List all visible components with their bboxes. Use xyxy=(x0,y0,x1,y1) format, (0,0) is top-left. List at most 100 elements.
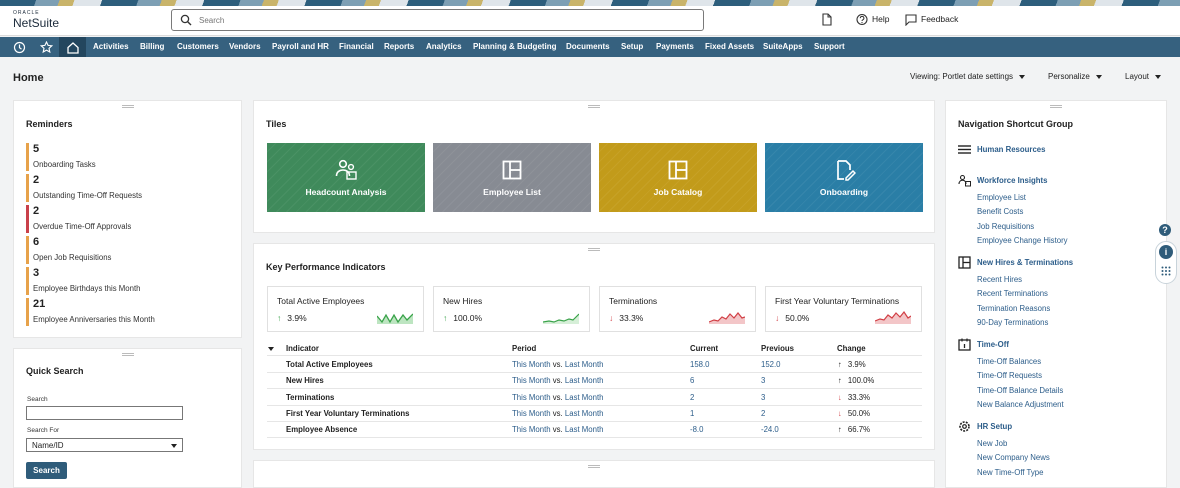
nav-planning-budgeting[interactable]: Planning & Budgeting xyxy=(473,37,557,57)
drag-handle[interactable] xyxy=(588,248,600,251)
nav-analytics[interactable]: Analytics xyxy=(426,37,462,57)
shortcut-link[interactable]: New Balance Adjustment xyxy=(977,400,1064,409)
row-period[interactable]: This Month vs. Last Month xyxy=(512,393,603,402)
shortcut-link[interactable]: New Company News xyxy=(977,453,1050,462)
reminder-item[interactable]: 5 Onboarding Tasks xyxy=(26,143,226,171)
search-input[interactable] xyxy=(199,13,689,27)
shortcut-link[interactable]: New Job xyxy=(977,439,1007,448)
kpi-card[interactable]: Terminations ↓ 33.3% xyxy=(599,286,756,332)
row-previous[interactable]: 3 xyxy=(761,376,765,385)
shortcut-heading[interactable]: Human Resources xyxy=(977,145,1045,154)
nav-setup[interactable]: Setup xyxy=(621,37,643,57)
row-current[interactable]: 158.0 xyxy=(690,360,710,369)
drag-handle[interactable] xyxy=(1050,105,1062,108)
shortcut-link[interactable]: Time-Off Balances xyxy=(977,357,1041,366)
nav-fixed-assets[interactable]: Fixed Assets xyxy=(705,37,754,57)
kpi-card[interactable]: First Year Voluntary Terminations ↓ 50.0% xyxy=(765,286,922,332)
tile-job-catalog[interactable]: Job Catalog xyxy=(599,143,757,212)
column-header-period[interactable]: Period xyxy=(512,344,536,353)
nav-documents[interactable]: Documents xyxy=(566,37,610,57)
shortcut-heading[interactable]: New Hires & Terminations xyxy=(977,258,1073,267)
assistant-widget[interactable]: i xyxy=(1155,241,1177,284)
nav-reports[interactable]: Reports xyxy=(384,37,414,57)
row-period[interactable]: This Month vs. Last Month xyxy=(512,376,603,385)
nav-billing[interactable]: Billing xyxy=(140,37,164,57)
column-header-change[interactable]: Change xyxy=(837,344,866,353)
nav-suiteapps[interactable]: SuiteApps xyxy=(763,37,803,57)
row-current[interactable]: 6 xyxy=(690,376,694,385)
drag-handle[interactable] xyxy=(588,465,600,468)
layout-dropdown[interactable]: Layout xyxy=(1125,72,1162,81)
nav-vendors[interactable]: Vendors xyxy=(229,37,261,57)
logo-netsuite: NetSuite xyxy=(13,16,60,30)
kpi-card[interactable]: Total Active Employees ↑ 3.9% xyxy=(267,286,424,332)
help-bubble-icon[interactable]: ? xyxy=(1159,224,1171,236)
nav-support[interactable]: Support xyxy=(814,37,845,57)
row-period[interactable]: This Month vs. Last Month xyxy=(512,360,603,369)
drag-handle[interactable] xyxy=(588,105,600,108)
row-previous[interactable]: -24.0 xyxy=(761,425,779,434)
row-period[interactable]: This Month vs. Last Month xyxy=(512,425,603,434)
home-icon[interactable] xyxy=(59,37,86,57)
viewing-dropdown[interactable]: Viewing: Portlet date settings xyxy=(910,72,1026,81)
drag-handle[interactable] xyxy=(121,353,134,356)
tile-onboarding[interactable]: Onboarding xyxy=(765,143,923,212)
reminder-count: 2 xyxy=(33,174,40,186)
kpi-card[interactable]: New Hires ↑ 100.0% xyxy=(433,286,590,332)
quick-search-button[interactable]: Search xyxy=(26,462,67,479)
feedback-button[interactable]: Feedback xyxy=(921,13,958,27)
nav-financial[interactable]: Financial xyxy=(339,37,374,57)
row-current[interactable]: 1 xyxy=(690,409,694,418)
row-current[interactable]: -8.0 xyxy=(690,425,703,434)
shortcut-link[interactable]: Employee Change History xyxy=(977,236,1068,245)
shortcut-heading[interactable]: HR Setup xyxy=(977,422,1012,431)
reminder-item[interactable]: 2 Overdue Time-Off Approvals xyxy=(26,205,226,233)
shortcut-heading[interactable]: Workforce Insights xyxy=(977,176,1047,185)
shortcut-link[interactable]: Benefit Costs xyxy=(977,207,1023,216)
row-previous[interactable]: 152.0 xyxy=(761,360,781,369)
apps-grid-icon[interactable] xyxy=(1161,266,1171,276)
search-for-select[interactable]: Name/ID xyxy=(26,438,183,452)
help-button[interactable]: Help xyxy=(872,13,889,27)
row-current[interactable]: 2 xyxy=(690,393,694,402)
shortcut-link[interactable]: 90-Day Terminations xyxy=(977,318,1048,327)
shortcut-link[interactable]: Time-Off Balance Details xyxy=(977,386,1063,395)
row-period[interactable]: This Month vs. Last Month xyxy=(512,409,603,418)
recent-history-icon[interactable] xyxy=(7,37,31,57)
shortcut-link[interactable]: Employee List xyxy=(977,193,1026,202)
drag-handle[interactable] xyxy=(121,105,134,108)
netsuite-logo[interactable]: ORACLE NetSuite xyxy=(13,11,60,30)
personalize-dropdown[interactable]: Personalize xyxy=(1048,72,1102,81)
shortcut-link[interactable]: New Time-Off Type xyxy=(977,468,1043,477)
row-divider xyxy=(267,437,922,438)
shortcut-link[interactable]: Termination Reasons xyxy=(977,304,1050,313)
reminder-item[interactable]: 3 Employee Birthdays this Month xyxy=(26,267,226,295)
collapse-toggle-icon[interactable] xyxy=(268,347,274,351)
quick-search-input[interactable] xyxy=(26,406,183,420)
reminder-item[interactable]: 6 Open Job Requisitions xyxy=(26,236,226,264)
shortcut-heading[interactable]: Time-Off xyxy=(977,340,1009,349)
tile-employee-list[interactable]: Employee List xyxy=(433,143,591,212)
personalize-label: Personalize xyxy=(1048,72,1090,81)
people-icon xyxy=(335,159,357,180)
nav-payments[interactable]: Payments xyxy=(656,37,694,57)
shortcut-link[interactable]: Recent Terminations xyxy=(977,289,1048,298)
nav-payroll-hr[interactable]: Payroll and HR xyxy=(272,37,329,57)
nav-customers[interactable]: Customers xyxy=(177,37,219,57)
row-previous[interactable]: 2 xyxy=(761,409,765,418)
column-header-previous[interactable]: Previous xyxy=(761,344,794,353)
info-icon[interactable]: i xyxy=(1159,245,1173,259)
shortcut-link[interactable]: Time-Off Requests xyxy=(977,371,1042,380)
document-icon[interactable] xyxy=(821,13,833,26)
row-previous[interactable]: 3 xyxy=(761,393,765,402)
column-header-indicator[interactable]: Indicator xyxy=(286,344,319,353)
shortcut-link[interactable]: Job Requisitions xyxy=(977,222,1034,231)
nav-activities[interactable]: Activities xyxy=(93,37,129,57)
column-header-current[interactable]: Current xyxy=(690,344,718,353)
shortcut-link[interactable]: Recent Hires xyxy=(977,275,1022,284)
reminder-item[interactable]: 21 Employee Anniversaries this Month xyxy=(26,298,226,326)
reminder-item[interactable]: 2 Outstanding Time-Off Requests xyxy=(26,174,226,202)
edit-document-icon xyxy=(837,160,856,181)
favorites-star-icon[interactable] xyxy=(34,37,58,57)
tile-headcount-analysis[interactable]: Headcount Analysis xyxy=(267,143,425,212)
